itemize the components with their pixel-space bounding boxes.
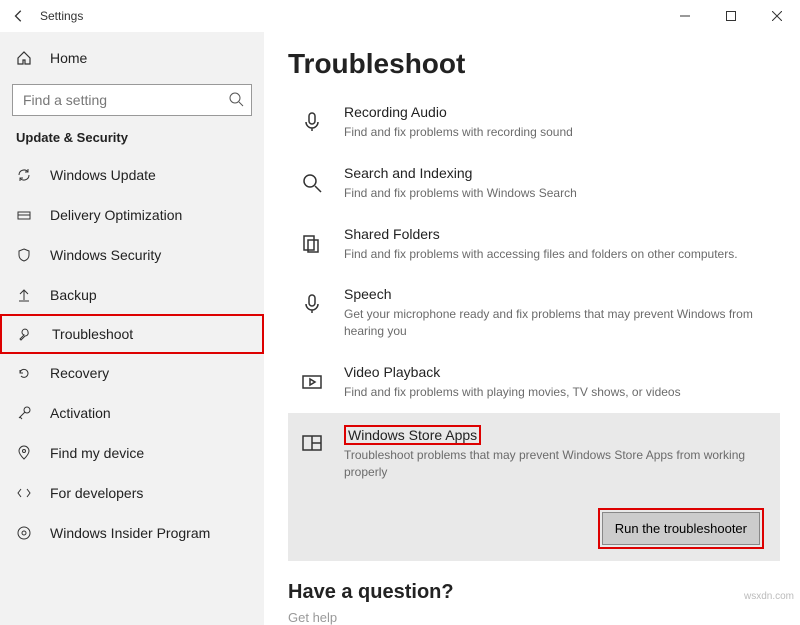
- troubleshooter-desc: Find and fix problems with recording sou…: [344, 124, 772, 141]
- back-button[interactable]: [0, 9, 38, 23]
- search-icon: [228, 91, 244, 107]
- window-title: Settings: [38, 9, 662, 23]
- troubleshooter-search-indexing[interactable]: Search and Indexing Find and fix problem…: [288, 153, 780, 214]
- sidebar-item-find-my-device[interactable]: Find my device: [0, 433, 264, 473]
- troubleshooter-video-playback[interactable]: Video Playback Find and fix problems wit…: [288, 352, 780, 413]
- backup-icon: [16, 287, 32, 303]
- insider-icon: [16, 525, 32, 541]
- troubleshooter-desc: Find and fix problems with playing movie…: [344, 384, 772, 401]
- sidebar-item-activation[interactable]: Activation: [0, 393, 264, 433]
- sidebar-item-backup[interactable]: Backup: [0, 275, 264, 315]
- video-icon: [296, 366, 328, 398]
- troubleshooter-desc: Troubleshoot problems that may prevent W…: [344, 447, 772, 481]
- microphone-icon: [296, 288, 328, 320]
- wrench-icon: [18, 326, 34, 342]
- sidebar-item-label: Windows Update: [50, 167, 156, 183]
- troubleshooter-title: Search and Indexing: [344, 165, 472, 181]
- sidebar-item-label: Activation: [50, 405, 111, 421]
- sidebar-item-insider-program[interactable]: Windows Insider Program: [0, 513, 264, 553]
- troubleshooter-shared-folders[interactable]: Shared Folders Find and fix problems wit…: [288, 214, 780, 275]
- troubleshooter-desc: Find and fix problems with accessing fil…: [344, 246, 772, 263]
- shield-icon: [16, 247, 32, 263]
- troubleshooter-speech[interactable]: Speech Get your microphone ready and fix…: [288, 274, 780, 352]
- search-input[interactable]: [12, 84, 252, 116]
- get-help-link[interactable]: Get help: [288, 610, 780, 625]
- troubleshooter-title: Speech: [344, 286, 391, 302]
- sidebar: Home Update & Security Windows Update De…: [0, 32, 264, 625]
- folder-icon: [296, 228, 328, 260]
- sidebar-item-label: Recovery: [50, 365, 109, 381]
- sidebar-home-label: Home: [50, 50, 87, 66]
- search-icon: [296, 167, 328, 199]
- sidebar-item-windows-update[interactable]: Windows Update: [0, 155, 264, 195]
- troubleshooter-windows-store-apps[interactable]: Windows Store Apps Troubleshoot problems…: [288, 413, 780, 562]
- watermark: wsxdn.com: [744, 591, 794, 602]
- question-header: Have a question?: [288, 581, 780, 604]
- recovery-icon: [16, 365, 32, 381]
- location-icon: [16, 445, 32, 461]
- close-button[interactable]: [754, 0, 800, 32]
- troubleshooter-title: Video Playback: [344, 364, 440, 380]
- key-icon: [16, 405, 32, 421]
- sidebar-item-windows-security[interactable]: Windows Security: [0, 235, 264, 275]
- titlebar: Settings: [0, 0, 800, 32]
- troubleshooter-title: Windows Store Apps: [344, 425, 481, 445]
- sidebar-item-label: Find my device: [50, 445, 144, 461]
- delivery-icon: [16, 207, 32, 223]
- sidebar-category: Update & Security: [0, 126, 264, 155]
- run-troubleshooter-button[interactable]: Run the troubleshooter: [602, 512, 760, 545]
- sidebar-item-label: Backup: [50, 287, 97, 303]
- sidebar-item-for-developers[interactable]: For developers: [0, 473, 264, 513]
- sidebar-item-label: For developers: [50, 485, 143, 501]
- sidebar-item-recovery[interactable]: Recovery: [0, 353, 264, 393]
- microphone-icon: [296, 106, 328, 138]
- sidebar-item-label: Troubleshoot: [52, 326, 133, 342]
- troubleshooter-title: Shared Folders: [344, 226, 440, 242]
- sidebar-item-delivery-optimization[interactable]: Delivery Optimization: [0, 195, 264, 235]
- sync-icon: [16, 167, 32, 183]
- troubleshooter-desc: Find and fix problems with Windows Searc…: [344, 185, 772, 202]
- sidebar-item-label: Windows Security: [50, 247, 161, 263]
- troubleshooter-desc: Get your microphone ready and fix proble…: [344, 306, 772, 340]
- sidebar-home[interactable]: Home: [0, 38, 264, 78]
- minimize-button[interactable]: [662, 0, 708, 32]
- sidebar-item-label: Windows Insider Program: [50, 525, 210, 541]
- sidebar-item-label: Delivery Optimization: [50, 207, 182, 223]
- maximize-button[interactable]: [708, 0, 754, 32]
- sidebar-item-troubleshoot[interactable]: Troubleshoot: [0, 314, 264, 354]
- main-panel: Troubleshoot Recording Audio Find and fi…: [264, 32, 800, 625]
- troubleshooter-title: Recording Audio: [344, 104, 447, 120]
- home-icon: [16, 50, 32, 66]
- apps-icon: [296, 427, 328, 459]
- code-icon: [16, 485, 32, 501]
- page-title: Troubleshoot: [288, 48, 780, 80]
- troubleshooter-recording-audio[interactable]: Recording Audio Find and fix problems wi…: [288, 92, 780, 153]
